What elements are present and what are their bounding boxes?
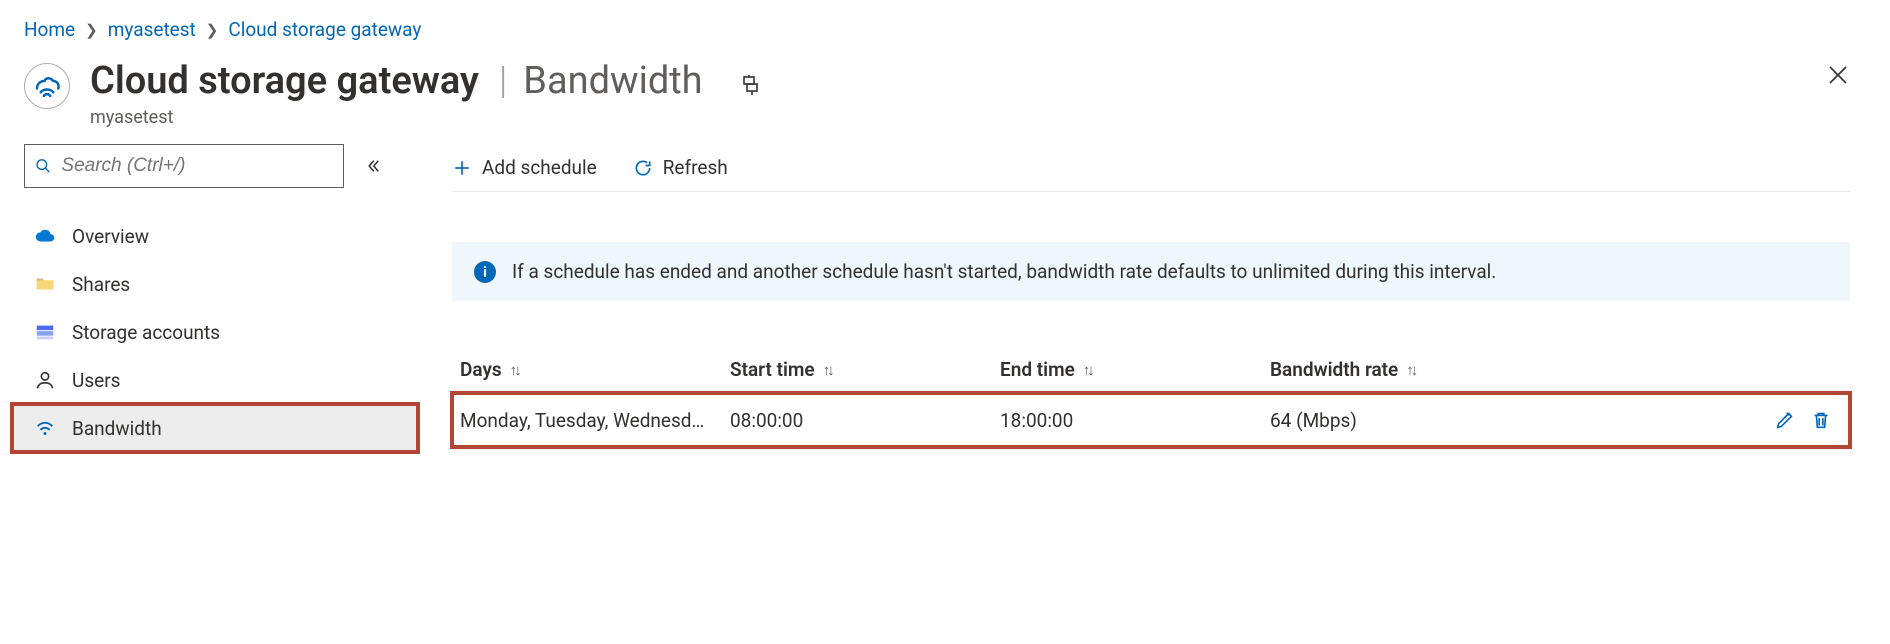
column-label: Start time	[730, 358, 815, 381]
sidebar-item-label: Overview	[72, 225, 149, 248]
content-area: Add schedule Refresh i If a schedule has…	[424, 144, 1890, 452]
collapse-sidebar-button[interactable]	[364, 157, 382, 175]
page-header: Cloud storage gateway | Bandwidth myaset…	[0, 47, 1890, 132]
command-label: Add schedule	[482, 156, 597, 179]
table-row[interactable]: Monday, Tuesday, Wednesd… 08:00:00 18:00…	[452, 393, 1850, 447]
column-header-end-time[interactable]: End time ↑↓	[1000, 358, 1270, 381]
delete-row-button[interactable]	[1810, 409, 1832, 431]
edit-row-button[interactable]	[1774, 409, 1796, 431]
info-icon: i	[474, 261, 496, 283]
sort-icon: ↑↓	[823, 361, 832, 379]
info-text: If a schedule has ended and another sche…	[512, 260, 1496, 283]
navigation-search[interactable]	[24, 144, 344, 188]
pin-button[interactable]	[739, 74, 763, 98]
breadcrumb-link-resource[interactable]: myasetest	[108, 18, 196, 41]
sidebar-item-overview[interactable]: Overview	[24, 212, 424, 260]
sidebar-item-label: Shares	[72, 273, 130, 296]
cell-bandwidth-rate: 64 (Mbps)	[1270, 409, 1732, 432]
column-label: Bandwidth rate	[1270, 358, 1398, 381]
breadcrumb: Home ❯ myasetest ❯ Cloud storage gateway	[0, 0, 1890, 47]
resource-type-icon	[24, 63, 70, 109]
folder-icon	[34, 273, 56, 295]
trash-icon	[1810, 409, 1832, 431]
info-banner: i If a schedule has ended and another sc…	[452, 242, 1850, 301]
sort-icon: ↑↓	[1083, 361, 1092, 379]
chevron-right-icon: ❯	[85, 21, 98, 39]
breadcrumb-link-service[interactable]: Cloud storage gateway	[228, 18, 421, 41]
page-subtitle: myasetest	[90, 107, 763, 128]
close-button[interactable]	[1826, 63, 1850, 87]
plus-icon	[452, 158, 472, 178]
page-section-title: Bandwidth	[523, 59, 702, 103]
search-input[interactable]	[61, 155, 333, 177]
sort-icon: ↑↓	[510, 361, 519, 379]
sidebar-item-shares[interactable]: Shares	[24, 260, 424, 308]
sidebar-item-label: Bandwidth	[72, 417, 162, 440]
sidebar-item-storage-accounts[interactable]: Storage accounts	[24, 308, 424, 356]
sidebar-item-label: Storage accounts	[72, 321, 220, 344]
refresh-icon	[633, 158, 653, 178]
chevron-right-icon: ❯	[206, 21, 219, 39]
sidebar: Overview Shares Storage accounts Users	[24, 144, 424, 452]
title-separator: |	[499, 59, 507, 103]
sort-icon: ↑↓	[1406, 361, 1415, 379]
cell-start-time: 08:00:00	[730, 409, 1000, 432]
sidebar-item-users[interactable]: Users	[24, 356, 424, 404]
column-label: Days	[460, 358, 502, 381]
user-icon	[34, 369, 56, 391]
add-schedule-button[interactable]: Add schedule	[452, 156, 597, 179]
sidebar-item-bandwidth[interactable]: Bandwidth	[12, 404, 418, 452]
cloud-icon	[34, 225, 56, 247]
storage-icon	[34, 321, 56, 343]
table-header-row: Days ↑↓ Start time ↑↓ End time ↑↓ Bandwi…	[452, 347, 1850, 393]
sidebar-item-label: Users	[72, 369, 120, 392]
cell-end-time: 18:00:00	[1000, 409, 1270, 432]
column-header-start-time[interactable]: Start time ↑↓	[730, 358, 1000, 381]
pencil-icon	[1774, 409, 1796, 431]
sidebar-nav: Overview Shares Storage accounts Users	[24, 212, 424, 452]
command-bar: Add schedule Refresh	[452, 144, 1850, 192]
refresh-button[interactable]: Refresh	[633, 156, 728, 179]
column-header-days[interactable]: Days ↑↓	[460, 358, 730, 381]
page-title: Cloud storage gateway	[90, 59, 479, 103]
wifi-icon	[34, 417, 56, 439]
schedules-table: Days ↑↓ Start time ↑↓ End time ↑↓ Bandwi…	[452, 347, 1850, 447]
breadcrumb-link-home[interactable]: Home	[24, 18, 75, 41]
search-icon	[35, 157, 51, 175]
cell-days: Monday, Tuesday, Wednesd…	[460, 409, 730, 432]
column-header-bandwidth-rate[interactable]: Bandwidth rate ↑↓	[1270, 358, 1732, 381]
column-label: End time	[1000, 358, 1075, 381]
command-label: Refresh	[663, 156, 728, 179]
